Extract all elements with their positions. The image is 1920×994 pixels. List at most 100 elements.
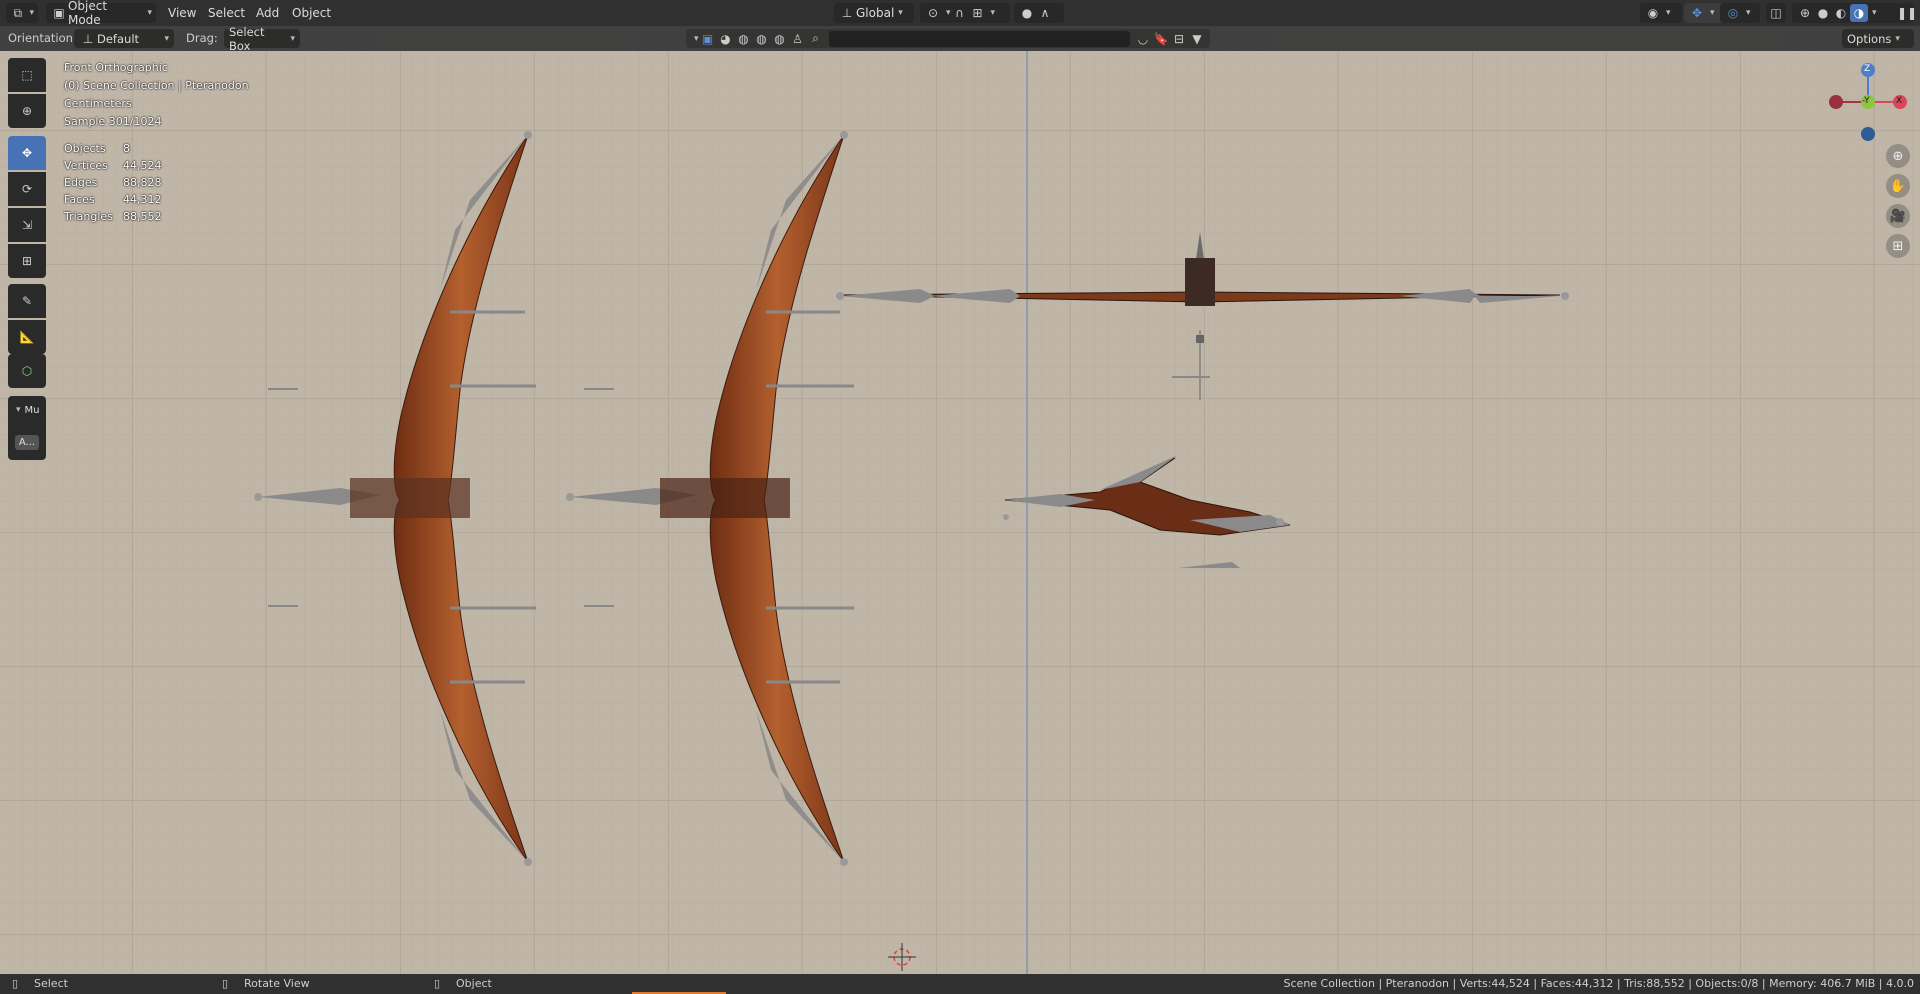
pivot-snap-group[interactable]: ⊙ ▾ ∩ ⊞ ▾ [920, 3, 1010, 23]
search-input[interactable] [828, 30, 1130, 47]
options-dropdown[interactable]: Options ▾ [1842, 29, 1914, 48]
menu-object[interactable]: Object [286, 3, 337, 23]
scale-icon: ⇲ [21, 218, 33, 232]
navigation-gizmo[interactable] [1826, 58, 1916, 142]
transform-tool[interactable]: ⊞ [8, 244, 46, 278]
measure-tool[interactable]: 📐 [8, 320, 46, 354]
cursor-arrow-icon: ⬚ [21, 68, 33, 82]
sphere-icon[interactable]: ◍ [735, 30, 753, 48]
restrict-select-icon[interactable]: ▣ [699, 30, 717, 48]
status-bar: ▯ Select ▯ Rotate View ▯ Object Scene Co… [0, 974, 1920, 994]
addon-button[interactable]: A... [8, 424, 46, 460]
mode-label: Object Mode [67, 0, 108, 27]
chevron-down-icon: ▾ [1666, 8, 1671, 18]
proportional-edit-icon: ● [1021, 6, 1033, 20]
filter-curve-icon[interactable]: ◡ [1134, 30, 1152, 48]
object-mode-icon: ▣ [53, 6, 65, 20]
hand-icon: ✋ [1889, 178, 1907, 194]
drag-label: Drag: [186, 31, 218, 45]
filter-icon[interactable]: ▼ [1188, 30, 1206, 48]
chevron-down-icon: ▾ [990, 8, 996, 18]
overlays-icon: ◎ [1727, 6, 1739, 20]
status-select: Select [34, 977, 68, 990]
chevron-down-icon: ▾ [164, 33, 169, 44]
move-tool[interactable]: ✥ [8, 136, 46, 170]
shading-modes[interactable]: ⊕ ● ◐ ◑ ▾ [1792, 3, 1902, 23]
drag-dropdown[interactable]: Select Box ▾ [224, 25, 300, 53]
bookmark-icon[interactable]: 🔖 [1152, 30, 1170, 48]
addon-button-label: A... [14, 434, 40, 450]
chevron-down-icon: ▾ [1895, 33, 1900, 44]
orientation-axes-icon: ⊥ [841, 6, 853, 20]
chevron-down-icon: ▾ [29, 8, 34, 18]
editor-type-button[interactable]: ⧉ ▾ [6, 3, 38, 23]
grid-icon: ⊞ [1892, 238, 1904, 254]
camera-icon: 🎥 [1889, 208, 1907, 224]
drag-value: Select Box [229, 24, 265, 53]
xray-toggle[interactable]: ◫ [1766, 3, 1786, 23]
pivot-icon: ⊙ [927, 6, 939, 20]
select-box-tool[interactable]: ⬚ [8, 58, 46, 92]
mouse-right-icon: ▯ [434, 977, 441, 990]
menu-view[interactable]: View [162, 3, 202, 23]
ortho-toggle-button[interactable]: ⊞ [1886, 234, 1910, 258]
status-rotate: Rotate View [244, 977, 310, 990]
tool-settings-bar: Orientation: ⊥ Default ▾ Drag: Select Bo… [0, 25, 1920, 53]
menu-add[interactable]: Add [250, 3, 285, 23]
addon-panel-toggle[interactable]: ▾ Mu [8, 396, 46, 424]
status-stats: Scene Collection | Pteranodon | Verts:44… [1283, 977, 1914, 990]
color-picker-icon[interactable]: ◕ [717, 30, 735, 48]
orientation-value: Default [97, 31, 140, 46]
viewport-canvas[interactable] [0, 0, 1920, 994]
add-cube-tool[interactable]: ⬡ [8, 354, 46, 388]
scale-tool[interactable]: ⇲ [8, 208, 46, 242]
pause-render-button[interactable]: ❚❚ [1894, 3, 1917, 23]
proportional-edit-group[interactable]: ● ∧ [1014, 3, 1064, 23]
annotate-tool[interactable]: ✎ [8, 284, 46, 318]
orientation-label: Global [856, 6, 895, 20]
gizmo-icon: ✥ [1691, 6, 1703, 20]
pan-button[interactable]: ✋ [1886, 174, 1910, 198]
visibility-dropdown[interactable]: ◉ ▾ [1640, 3, 1682, 23]
chevron-down-icon: ▾ [1710, 8, 1715, 18]
view-name: Front Orthographic [64, 61, 168, 74]
armature-icon[interactable]: ♙ [789, 30, 807, 48]
search-icon[interactable]: ⌕ [807, 30, 825, 48]
snap-icon: ∩ [955, 6, 964, 20]
world-icon[interactable]: ◍ [753, 30, 771, 48]
cursor-tool[interactable]: ⊕ [8, 94, 46, 128]
world-lighting-icon[interactable]: ◍ [771, 30, 789, 48]
rotate-icon: ⟳ [21, 182, 33, 196]
stat-label: Vertices [64, 159, 108, 172]
orientation-dropdown[interactable]: ⊥ Default ▾ [74, 29, 174, 48]
transform-icon: ⊞ [21, 254, 33, 268]
zoom-icon: ⊕ [1892, 148, 1904, 164]
falloff-curve-icon: ∧ [1040, 6, 1050, 20]
mouse-middle-icon: ▯ [222, 977, 229, 990]
stat-value: 8 [123, 142, 130, 155]
chevron-down-icon: ▾ [1746, 8, 1751, 18]
mode-dropdown[interactable]: ▣ Object Mode ▾ [46, 0, 156, 27]
xray-icon: ◫ [1770, 6, 1782, 20]
menu-select[interactable]: Select [202, 3, 251, 23]
rendered-shading-icon: ◑ [1850, 4, 1868, 22]
collection-info: (0) Scene Collection | Pteranodon [64, 79, 249, 92]
solid-shading-icon: ● [1817, 6, 1829, 20]
chevron-down-icon: ▾ [16, 405, 21, 415]
zoom-button[interactable]: ⊕ [1886, 144, 1910, 168]
display-mode-icon[interactable]: ⊟ [1170, 30, 1188, 48]
ruler-icon: 📐 [19, 330, 35, 344]
addon-panel-label: Mu [24, 404, 40, 416]
sample-count: Sample 301/1024 [64, 115, 162, 128]
cube-icon: ⬡ [21, 364, 33, 378]
transform-orientation-dropdown[interactable]: ⊥ Global ▾ [834, 3, 914, 23]
chevron-down-icon: ▾ [898, 8, 903, 18]
camera-view-button[interactable]: 🎥 [1886, 204, 1910, 228]
axis-x-label: X [1896, 96, 1903, 106]
stat-label: Objects [64, 142, 106, 155]
overlays-toggle[interactable]: ◎ ▾ [1720, 3, 1760, 23]
rotate-tool[interactable]: ⟳ [8, 172, 46, 206]
snap-grid-icon: ⊞ [972, 6, 983, 20]
crosshair-icon: ⊕ [21, 104, 33, 118]
stat-label: Triangles [64, 210, 113, 223]
